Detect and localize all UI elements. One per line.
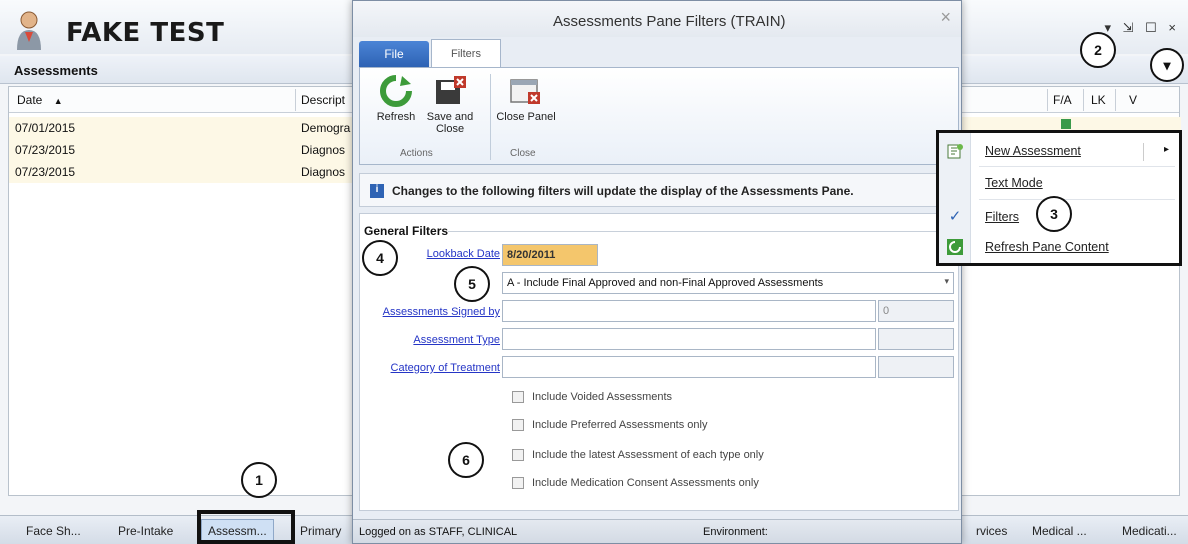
section-divider [448, 231, 948, 232]
refresh-icon [378, 74, 414, 108]
lookback-date-link[interactable]: Lookback Date [400, 248, 500, 260]
close-icon[interactable]: × [940, 7, 951, 28]
info-bar: i Changes to the following filters will … [359, 173, 959, 207]
menu-label: Text Mode [985, 176, 1043, 190]
column-header-date[interactable]: Date ▲ [17, 93, 63, 107]
callout-1: 1 [241, 462, 277, 498]
approval-status-select[interactable]: A - Include Final Approved and non-Final… [502, 272, 954, 294]
column-divider [295, 89, 296, 111]
group-label-actions: Actions [400, 148, 433, 159]
dropdown-arrow-icon: ▾ [944, 276, 949, 286]
dialog-titlebar: Assessments Pane Filters (TRAIN) × [353, 1, 961, 37]
sort-ascending-icon: ▲ [53, 96, 63, 106]
tab-filters[interactable]: Filters [431, 39, 501, 67]
menu-separator [979, 199, 1175, 200]
checkbox-latest-label: Include the latest Assessment of each ty… [532, 449, 764, 461]
patient-name: FAKE TEST [66, 18, 225, 48]
filters-dialog: Assessments Pane Filters (TRAIN) × File … [352, 0, 962, 544]
checkbox-voided[interactable] [512, 391, 524, 403]
callout-4: 4 [362, 240, 398, 276]
callout-3: 3 [1036, 196, 1072, 232]
category-count [878, 356, 954, 378]
column-divider [1083, 89, 1084, 111]
callout-6: 6 [448, 442, 484, 478]
logged-on-status: Logged on as STAFF, CLINICAL [359, 526, 518, 538]
info-icon: i [370, 184, 384, 198]
cell-date: 07/23/2015 [15, 165, 76, 179]
tab-primary[interactable]: Primary [300, 524, 341, 538]
highlight-box-assessments-tab [197, 510, 295, 544]
tab-face-sheet[interactable]: Face Sh... [26, 524, 81, 538]
new-assessment-icon [947, 144, 963, 159]
menu-label: Filters [985, 210, 1020, 224]
checkbox-preferred[interactable] [512, 419, 524, 431]
category-of-treatment-link[interactable]: Category of Treatment [360, 362, 500, 374]
signed-by-field[interactable] [502, 300, 876, 322]
ribbon: Refresh Save and Close Close Panel Actio… [359, 67, 959, 165]
cell-description: Diagnos [301, 143, 346, 157]
assessment-type-link[interactable]: Assessment Type [360, 334, 500, 346]
cell-date: 07/23/2015 [15, 143, 76, 157]
checkbox-latest[interactable] [512, 449, 524, 461]
callout-2: 2 [1080, 32, 1116, 68]
menu-item-new-assessment[interactable]: New Assessment ▸ [939, 137, 1179, 165]
menu-divider [1143, 143, 1144, 161]
person-icon [17, 11, 41, 50]
submenu-arrow-icon: ▸ [1163, 144, 1169, 155]
cell-date: 07/01/2015 [15, 121, 76, 135]
tab-medical[interactable]: Medical ... [1032, 524, 1087, 538]
pane-menu-button[interactable]: ▾ [1150, 48, 1184, 82]
tab-pre-intake[interactable]: Pre-Intake [118, 524, 173, 538]
info-message: Changes to the following filters will up… [392, 184, 854, 198]
group-label-close: Close [510, 148, 536, 159]
tab-services[interactable]: rvices [976, 524, 1007, 538]
refresh-icon [947, 239, 963, 255]
lookback-date-field[interactable]: 8/20/2011 [502, 244, 598, 266]
assessment-type-field[interactable] [502, 328, 876, 350]
approved-icon [1061, 119, 1071, 129]
checkmark-icon: ✓ [948, 208, 962, 225]
tab-medications[interactable]: Medicati... [1122, 524, 1177, 538]
column-header-fa[interactable]: F/A [1053, 93, 1072, 107]
checkbox-medication-consent-label: Include Medication Consent Assessments o… [532, 477, 759, 489]
ribbon-tabs: File Filters [359, 37, 959, 67]
window-controls[interactable]: ▾ ⇲ ☐ × [1105, 20, 1181, 36]
checkbox-preferred-label: Include Preferred Assessments only [532, 419, 708, 431]
checkbox-medication-consent[interactable] [512, 477, 524, 489]
signed-by-count: 0 [878, 300, 954, 322]
close-panel-icon [508, 74, 544, 108]
close-panel-button[interactable]: Close Panel [496, 74, 556, 123]
cell-description: Demogra [301, 121, 351, 135]
environment-status: Environment: [703, 526, 768, 538]
refresh-button[interactable]: Refresh [366, 74, 426, 123]
menu-separator [979, 166, 1175, 167]
column-header-description[interactable]: Descript [301, 93, 345, 107]
checkbox-voided-label: Include Voided Assessments [532, 391, 673, 403]
general-filters-title: General Filters [364, 224, 449, 238]
assessments-signed-by-link[interactable]: Assessments Signed by [360, 306, 500, 318]
column-divider [1115, 89, 1116, 111]
save-close-icon [432, 74, 468, 108]
callout-5: 5 [454, 266, 490, 302]
assessment-type-count [878, 328, 954, 350]
save-and-close-button[interactable]: Save and Close [420, 74, 480, 135]
menu-item-refresh-pane[interactable]: Refresh Pane Content [939, 233, 1179, 261]
cell-description: Diagnos [301, 165, 346, 179]
menu-item-text-mode[interactable]: Text Mode [939, 169, 1179, 197]
tab-file[interactable]: File [359, 41, 429, 67]
menu-label: New Assessment [985, 144, 1081, 158]
status-bar: Logged on as STAFF, CLINICAL Environment… [353, 519, 961, 543]
column-header-v[interactable]: V [1129, 93, 1137, 107]
pane-title: Assessments [14, 63, 98, 78]
menu-label: Refresh Pane Content [985, 240, 1109, 254]
category-of-treatment-field[interactable] [502, 356, 876, 378]
column-divider [1047, 89, 1048, 111]
dialog-title: Assessments Pane Filters (TRAIN) [553, 13, 786, 30]
ribbon-divider [490, 74, 491, 160]
column-header-lk[interactable]: LK [1091, 93, 1106, 107]
